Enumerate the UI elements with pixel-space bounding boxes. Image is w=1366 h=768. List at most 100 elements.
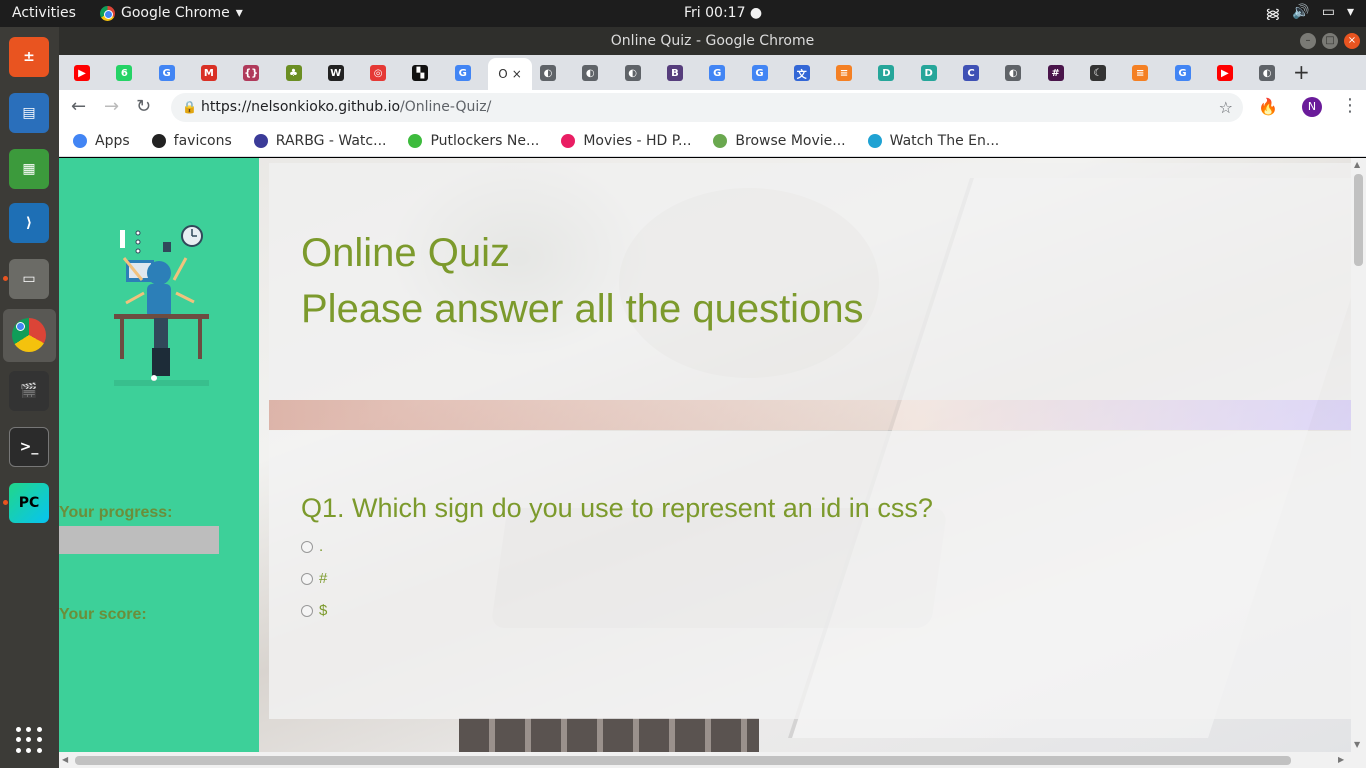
tab-right-16[interactable]: ▶ — [1206, 62, 1244, 84]
tab-left-8[interactable]: ▚ — [401, 62, 439, 84]
bookmark-item[interactable]: Putlockers Ne... — [408, 133, 539, 149]
running-indicator — [3, 500, 8, 505]
tab-active-online-quiz[interactable]: O × — [488, 58, 532, 90]
scrollbar-thumb[interactable] — [1354, 174, 1363, 266]
tab-right-12[interactable]: # — [1037, 62, 1075, 84]
radio-button[interactable] — [301, 604, 313, 617]
option-1[interactable]: . — [301, 538, 323, 555]
chrome-icon[interactable] — [9, 315, 49, 355]
tab-right-6[interactable]: 文 — [783, 62, 821, 84]
bookmark-item[interactable]: Watch The En... — [867, 133, 999, 149]
tab-right-2[interactable]: ◐ — [614, 62, 652, 84]
scroll-left-icon[interactable]: ◀ — [62, 755, 68, 764]
calculator-icon[interactable]: ± — [9, 37, 49, 77]
close-tab-icon[interactable]: × — [512, 67, 522, 81]
close-window-button[interactable]: × — [1344, 33, 1360, 49]
bookmark-item[interactable]: RARBG - Watc... — [253, 133, 386, 149]
clock[interactable]: Fri 00:17 ● — [684, 5, 762, 21]
files-icon[interactable]: ▭ — [9, 259, 49, 299]
bookmark-item[interactable]: favicons — [151, 133, 232, 149]
running-indicator — [3, 276, 8, 281]
tab-right-0[interactable]: ◐ — [529, 62, 567, 84]
tab-right-15[interactable]: G — [1164, 62, 1202, 84]
tab-right-7[interactable]: ≡ — [825, 62, 863, 84]
option-3[interactable]: $ — [301, 602, 327, 619]
address-bar[interactable]: 🔒 https://nelsonkioko.github.io/Online-Q… — [171, 93, 1243, 122]
target-icon: ◎ — [370, 65, 387, 81]
tab-right-14[interactable]: ≡ — [1121, 62, 1159, 84]
tab-left-9[interactable]: G — [444, 62, 482, 84]
globe-icon: ◐ — [624, 65, 641, 81]
scroll-down-icon[interactable]: ▼ — [1354, 740, 1360, 749]
forward-button[interactable]: → — [104, 96, 119, 117]
tab-right-13[interactable]: ☾ — [1079, 62, 1117, 84]
bookmark-label: Movies - HD P... — [583, 132, 692, 149]
pycharm-icon[interactable]: PC — [9, 483, 49, 523]
play-icon — [408, 133, 423, 148]
new-tab-button[interactable]: + — [1293, 60, 1310, 84]
tab-right-11[interactable]: ◐ — [994, 62, 1032, 84]
back-button[interactable]: ← — [71, 96, 86, 117]
tab-right-9[interactable]: D — [910, 62, 948, 84]
system-tray[interactable]: ᯼ 🔊 ▭ ▾ — [1265, 4, 1354, 23]
bookmark-item[interactable]: Apps — [73, 133, 130, 149]
bookmark-item[interactable]: Browse Movie... — [713, 133, 846, 149]
yts-icon — [713, 133, 728, 148]
vertical-scrollbar[interactable]: ▲ ▼ — [1351, 158, 1366, 752]
stackoverflow-icon: ≡ — [836, 65, 853, 81]
tab-left-4[interactable]: {} — [232, 62, 270, 84]
maximize-button[interactable]: □ — [1322, 33, 1338, 49]
chevron-down-icon: ▾ — [235, 5, 243, 21]
window-title-bar[interactable]: Online Quiz - Google Chrome – □ × — [59, 27, 1366, 55]
tab-right-5[interactable]: G — [741, 62, 779, 84]
tab-right-8[interactable]: D — [867, 62, 905, 84]
tab-right-1[interactable]: ◐ — [571, 62, 609, 84]
writer-icon[interactable]: ▤ — [9, 93, 49, 133]
tab-right-17[interactable]: ◐ — [1248, 62, 1286, 84]
minimize-button[interactable]: – — [1300, 33, 1316, 49]
tab-right-4[interactable]: G — [698, 62, 736, 84]
scroll-up-icon[interactable]: ▲ — [1354, 160, 1360, 169]
app-menu-label: Google Chrome — [121, 5, 230, 21]
vscode-icon[interactable]: ⟩ — [9, 203, 49, 243]
app-menu[interactable]: Google Chrome ▾ — [100, 5, 243, 21]
tab-right-3[interactable]: B — [656, 62, 694, 84]
radio-button[interactable] — [301, 572, 313, 585]
tab-left-7[interactable]: ◎ — [359, 62, 397, 84]
option-2[interactable]: # — [301, 570, 327, 587]
decorative-stripe — [269, 400, 1351, 430]
horizontal-scrollbar[interactable]: ◀ ▶ — [59, 752, 1366, 768]
multitasking-person-illustration — [114, 225, 209, 386]
reload-button[interactable]: ↻ — [136, 96, 151, 117]
calc-spreadsheet-icon[interactable]: ▦ — [9, 149, 49, 189]
tab-left-3[interactable]: M — [190, 62, 228, 84]
tab-left-6[interactable]: W — [317, 62, 355, 84]
scroll-right-icon[interactable]: ▶ — [1338, 755, 1344, 764]
background-laptop-keys — [459, 718, 759, 752]
tab-left-1[interactable]: 6 — [105, 62, 143, 84]
show-applications-icon[interactable] — [16, 727, 42, 753]
lock-icon[interactable]: 🔒 — [182, 93, 197, 122]
tab-left-0[interactable]: ▶ — [63, 62, 101, 84]
battery-icon: ▭ — [1321, 4, 1335, 20]
score-label: Your score: — [59, 606, 147, 623]
tab-left-2[interactable]: G — [148, 62, 186, 84]
globe-icon: ◐ — [1005, 65, 1022, 81]
progress-label: Your progress: — [59, 504, 173, 521]
extension-fire-icon[interactable]: 🔥 — [1258, 97, 1278, 116]
tab-left-5[interactable]: ♣ — [275, 62, 313, 84]
terminal-icon[interactable]: >_ — [9, 427, 49, 467]
ubuntu-icon: ▚ — [412, 65, 429, 81]
video-editor-icon[interactable]: 🎬 — [9, 371, 49, 411]
popcorn-icon — [561, 133, 576, 148]
radio-button[interactable] — [301, 540, 313, 553]
browser-toolbar: ← → ↻ 🔒 https://nelsonkioko.github.io/On… — [59, 90, 1366, 125]
profile-avatar[interactable]: N — [1302, 97, 1322, 117]
scrollbar-thumb[interactable] — [75, 756, 1291, 765]
activities-button[interactable]: Activities — [12, 5, 76, 21]
menu-kebab-icon[interactable]: ⋮ — [1341, 95, 1359, 116]
tab-right-10[interactable]: C — [952, 62, 990, 84]
bookmark-star-icon[interactable]: ☆ — [1219, 93, 1233, 122]
bookmark-item[interactable]: Movies - HD P... — [561, 133, 691, 149]
globe-icon: ◐ — [582, 65, 599, 81]
